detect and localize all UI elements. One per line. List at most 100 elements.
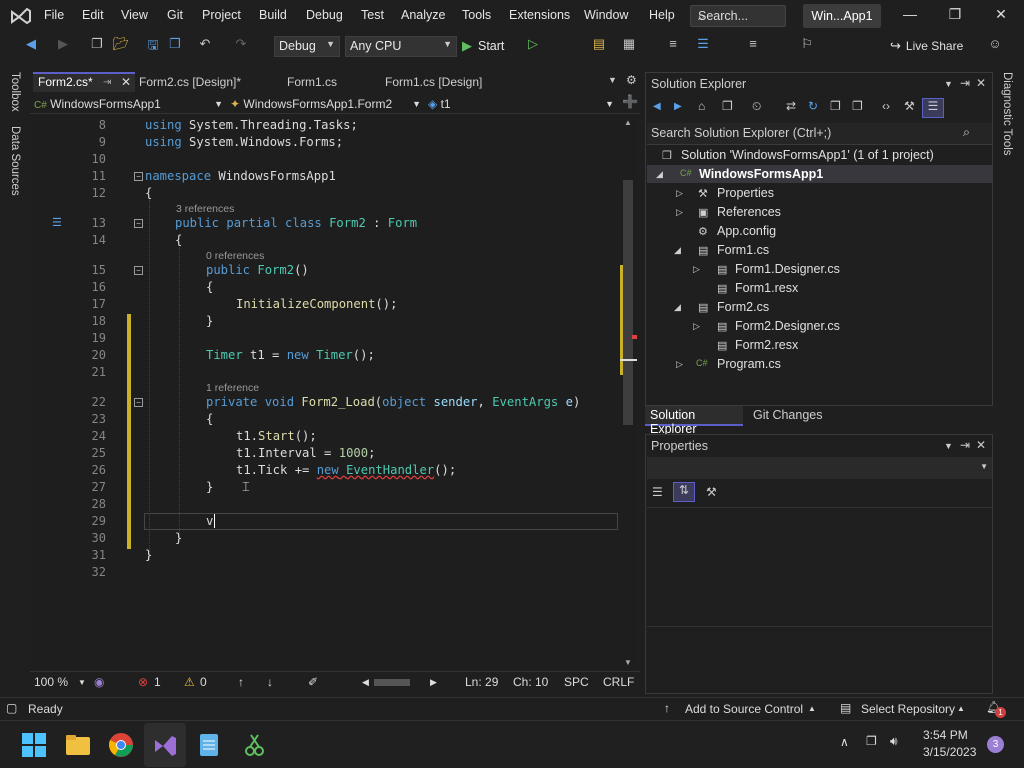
menu-git[interactable]: Git — [167, 8, 183, 22]
collapsed-arrow-icon[interactable]: ▷ — [693, 321, 700, 332]
tab-form2-cs[interactable]: Form2.cs* ⇥ ✕ — [33, 72, 135, 92]
error-icon[interactable]: ⊗ — [138, 675, 148, 689]
switch-views-icon[interactable]: ❐ — [722, 99, 733, 113]
arrow-up-icon[interactable]: ↑ — [238, 675, 244, 689]
tree-item-solution[interactable]: Solution 'WindowsFormsApp1' (1 of 1 proj… — [681, 148, 934, 162]
menu-debug[interactable]: Debug — [306, 8, 343, 22]
tree-item-app-config[interactable]: App.config — [717, 224, 776, 238]
code-line-current[interactable]: v — [206, 514, 216, 528]
close-icon[interactable]: ✕ — [986, 6, 1016, 26]
toolbox-tab[interactable]: Toolbox — [9, 72, 21, 112]
tree-item-form2-cs[interactable]: Form2.cs — [717, 300, 769, 314]
object-selector[interactable]: ▼ — [647, 457, 992, 479]
tab-form1-design[interactable]: Form1.cs [Design] — [380, 72, 520, 92]
chevron-up-icon[interactable]: ▲ — [957, 704, 965, 713]
back-icon[interactable]: ◀ — [653, 101, 661, 112]
implementation-icon[interactable]: ☰ — [52, 216, 62, 229]
tree-item-form1-cs[interactable]: Form1.cs — [717, 243, 769, 257]
tree-item-references[interactable]: References — [717, 205, 781, 219]
collapse-all-icon[interactable]: ❐ — [830, 99, 841, 113]
menu-test[interactable]: Test — [361, 8, 384, 22]
open-folder-icon[interactable]: 📂︎ — [112, 36, 130, 56]
project-dropdown[interactable]: C# WindowsFormsApp1 ▼ — [34, 95, 227, 113]
solution-search-input[interactable]: Search Solution Explorer (Ctrl+;) ⌕ — [647, 123, 992, 145]
tree-item-form2-resx[interactable]: Form2.resx — [735, 338, 798, 352]
zoom-level[interactable]: 100 % — [34, 675, 68, 689]
save-all-icon[interactable]: ❐ — [166, 36, 184, 56]
copilot-icon[interactable]: ◉ — [94, 675, 104, 689]
collapse-icon[interactable]: − — [134, 266, 143, 275]
chevron-down-icon[interactable]: ▼ — [78, 678, 86, 687]
forward-icon[interactable]: ▶ — [674, 101, 682, 112]
scroll-right-icon[interactable]: ▶ — [430, 677, 437, 688]
tree-item-form1-resx[interactable]: Form1.resx — [735, 281, 798, 295]
tree-item-form1-designer[interactable]: Form1.Designer.cs — [735, 262, 840, 276]
alphabetical-icon[interactable]: ⇅ — [673, 482, 695, 502]
live-share-button[interactable]: ↪ Live Share — [890, 36, 970, 56]
split-icon[interactable]: ➕ — [622, 94, 638, 110]
notepad-icon[interactable] — [195, 731, 223, 759]
tree-item-program-cs[interactable]: Program.cs — [717, 357, 781, 371]
menu-analyze[interactable]: Analyze — [401, 8, 445, 22]
tab-solution-explorer[interactable]: Solution Explorer — [645, 406, 743, 436]
visual-studio-icon[interactable] — [151, 731, 179, 759]
menu-window[interactable]: Window — [584, 8, 628, 22]
menu-file[interactable]: File — [44, 8, 64, 22]
select-repository[interactable]: Select Repository — [861, 702, 955, 716]
chevron-up-icon[interactable]: ▲ — [808, 704, 816, 713]
redo-icon[interactable]: ↷ — [232, 36, 250, 56]
line-indicator[interactable]: Ln: 29 — [465, 675, 498, 689]
collapsed-arrow-icon[interactable]: ▷ — [676, 207, 683, 218]
folder-icon[interactable]: ▤ — [590, 36, 608, 56]
collapsed-arrow-icon[interactable]: ▷ — [693, 264, 700, 275]
chevron-up-icon[interactable]: ∧ — [840, 735, 849, 749]
line-ending-indicator[interactable]: CRLF — [603, 675, 634, 689]
file-explorer-icon[interactable] — [64, 731, 92, 759]
collapse-icon[interactable]: − — [134, 219, 143, 228]
close-icon[interactable]: ✕ — [121, 74, 131, 91]
arrow-down-icon[interactable]: ↓ — [267, 675, 273, 689]
back-icon[interactable]: ◀︎ — [20, 36, 42, 56]
menu-build[interactable]: Build — [259, 8, 287, 22]
whitespace-indicator[interactable]: SPC — [564, 675, 589, 689]
pin-icon[interactable]: ⇥ — [103, 74, 111, 91]
tree-item-form2-designer[interactable]: Form2.Designer.cs — [735, 319, 840, 333]
add-to-source-control[interactable]: Add to Source Control — [685, 702, 803, 716]
maximize-icon[interactable]: ❐ — [940, 6, 970, 26]
scroll-left-icon[interactable]: ◀ — [362, 677, 369, 688]
bookmark-icon[interactable]: ⚐ — [798, 36, 816, 56]
expand-arrow-icon[interactable]: ◢ — [656, 169, 663, 180]
references-codelens[interactable]: 3 references — [176, 203, 234, 215]
output-icon[interactable]: ▢ — [6, 701, 17, 715]
show-all-files-icon[interactable]: ❐ — [852, 99, 863, 113]
volume-icon[interactable]: 🔊︎ — [890, 734, 898, 749]
tree-item-properties[interactable]: Properties — [717, 186, 774, 200]
minimize-icon[interactable]: — — [895, 6, 925, 26]
collapsed-arrow-icon[interactable]: ▷ — [676, 188, 683, 199]
tab-git-changes[interactable]: Git Changes — [753, 408, 822, 422]
data-sources-tab[interactable]: Data Sources — [9, 126, 21, 196]
undo-icon[interactable]: ↶ — [196, 36, 214, 56]
warning-count[interactable]: 0 — [200, 675, 207, 689]
menu-edit[interactable]: Edit — [82, 8, 104, 22]
notification-count-badge[interactable]: 3 — [987, 736, 1004, 753]
tab-form2-design[interactable]: Form2.cs [Design]* — [134, 72, 280, 92]
pin-icon[interactable]: ⇥ — [960, 76, 970, 90]
class-dropdown[interactable]: ✦ WindowsFormsApp1.Form2 ▼ — [230, 95, 425, 113]
column-indicator[interactable]: Ch: 10 — [513, 675, 548, 689]
diagnostic-tools-tab[interactable]: Diagnostic Tools — [1001, 72, 1013, 156]
spell-check-icon[interactable]: ≡ — [664, 36, 682, 56]
code-editor[interactable]: 8 9 10 11 12 13 14 15 16 17 18 19 20 21 … — [30, 115, 637, 670]
platform-dropdown[interactable]: Any CPU ▼ — [345, 36, 457, 57]
collapse-icon[interactable]: − — [134, 172, 143, 181]
tab-overflow-icon[interactable]: ▼ — [608, 75, 617, 85]
pin-icon[interactable]: ⇥ — [960, 438, 970, 452]
history-icon[interactable]: ⏲ — [752, 99, 761, 114]
menu-extensions[interactable]: Extensions — [509, 8, 570, 22]
close-icon[interactable]: ✕ — [976, 76, 986, 90]
horizontal-scroll-thumb[interactable] — [374, 679, 410, 686]
scroll-down-icon[interactable]: ▼ — [624, 658, 632, 667]
layout-icon[interactable]: ▦ — [620, 36, 638, 56]
clock-time[interactable]: 3:54 PM — [923, 728, 968, 742]
format-icon[interactable]: ☰ — [694, 36, 712, 56]
